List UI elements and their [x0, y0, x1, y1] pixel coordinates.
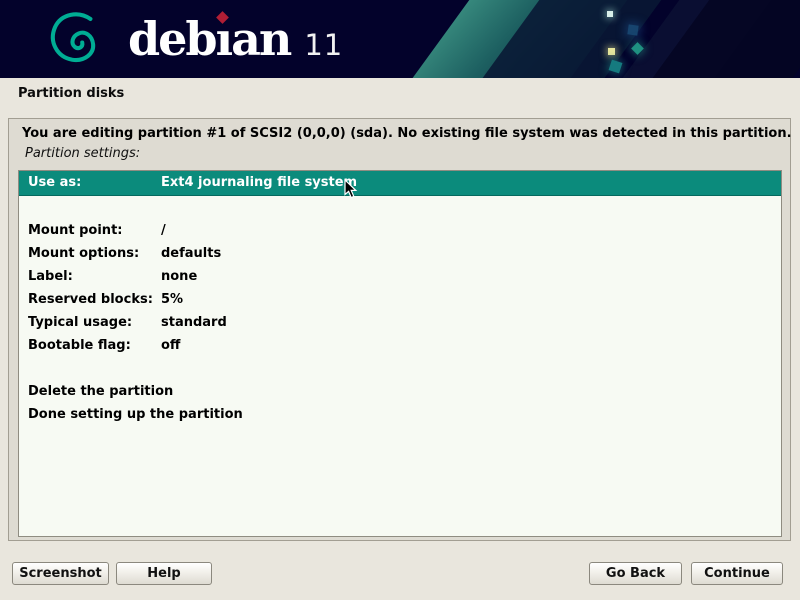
- installer-banner: debıan 11: [0, 0, 800, 78]
- setting-label: Use as:: [28, 171, 161, 195]
- content-frame: You are editing partition #1 of SCSI2 (0…: [8, 118, 791, 541]
- list-spacer: [19, 357, 781, 380]
- banner-spark-teal: [609, 60, 623, 74]
- list-spacer: [19, 196, 781, 219]
- setting-label: Bootable flag:: [28, 334, 161, 357]
- partition-settings-caption: Partition settings:: [25, 146, 140, 161]
- setting-label: Typical usage:: [28, 311, 161, 334]
- list-item-mount-point[interactable]: Mount point: /: [19, 219, 781, 242]
- brand-text-pre: deb: [128, 0, 216, 78]
- go-back-button[interactable]: Go Back: [589, 562, 682, 585]
- list-item-typical-usage[interactable]: Typical usage: standard: [19, 311, 781, 334]
- brand-version: 11: [304, 28, 343, 62]
- installer-window: debıan 11 Partition disks You are editin…: [0, 0, 800, 600]
- brand-text-post: an: [231, 0, 290, 78]
- setting-label: Reserved blocks:: [28, 288, 161, 311]
- list-item-done-setting-up[interactable]: Done setting up the partition: [19, 403, 781, 426]
- partition-settings-list[interactable]: Use as: Ext4 journaling file system Moun…: [18, 170, 782, 537]
- banner-spark-blue: [627, 24, 638, 35]
- screenshot-button[interactable]: Screenshot: [12, 562, 109, 585]
- page-title: Partition disks: [18, 86, 124, 101]
- setting-label: Mount point:: [28, 219, 161, 242]
- setting-label: Label:: [28, 265, 161, 288]
- banner-spark-yellow: [608, 48, 615, 55]
- setting-value: Ext4 journaling file system: [161, 171, 781, 195]
- brand-text-i: ı: [216, 0, 231, 78]
- list-item-label[interactable]: Label: none: [19, 265, 781, 288]
- continue-button[interactable]: Continue: [691, 562, 783, 585]
- setting-value: 5%: [161, 288, 781, 311]
- edit-partition-message: You are editing partition #1 of SCSI2 (0…: [22, 126, 792, 141]
- list-item-delete-partition[interactable]: Delete the partition: [19, 380, 781, 403]
- setting-value: none: [161, 265, 781, 288]
- action-label: Delete the partition: [28, 380, 173, 403]
- list-item-use-as[interactable]: Use as: Ext4 journaling file system: [19, 171, 781, 196]
- setting-value: defaults: [161, 242, 781, 265]
- list-item-mount-options[interactable]: Mount options: defaults: [19, 242, 781, 265]
- banner-spark-white: [607, 11, 613, 17]
- setting-value: off: [161, 334, 781, 357]
- help-button[interactable]: Help: [116, 562, 212, 585]
- debian-swirl-icon: [46, 9, 104, 71]
- brand-logotype: debıan 11: [128, 0, 343, 78]
- setting-label: Mount options:: [28, 242, 161, 265]
- setting-value: /: [161, 219, 781, 242]
- action-label: Done setting up the partition: [28, 403, 243, 426]
- setting-value: standard: [161, 311, 781, 334]
- list-item-bootable-flag[interactable]: Bootable flag: off: [19, 334, 781, 357]
- list-item-reserved-blocks[interactable]: Reserved blocks: 5%: [19, 288, 781, 311]
